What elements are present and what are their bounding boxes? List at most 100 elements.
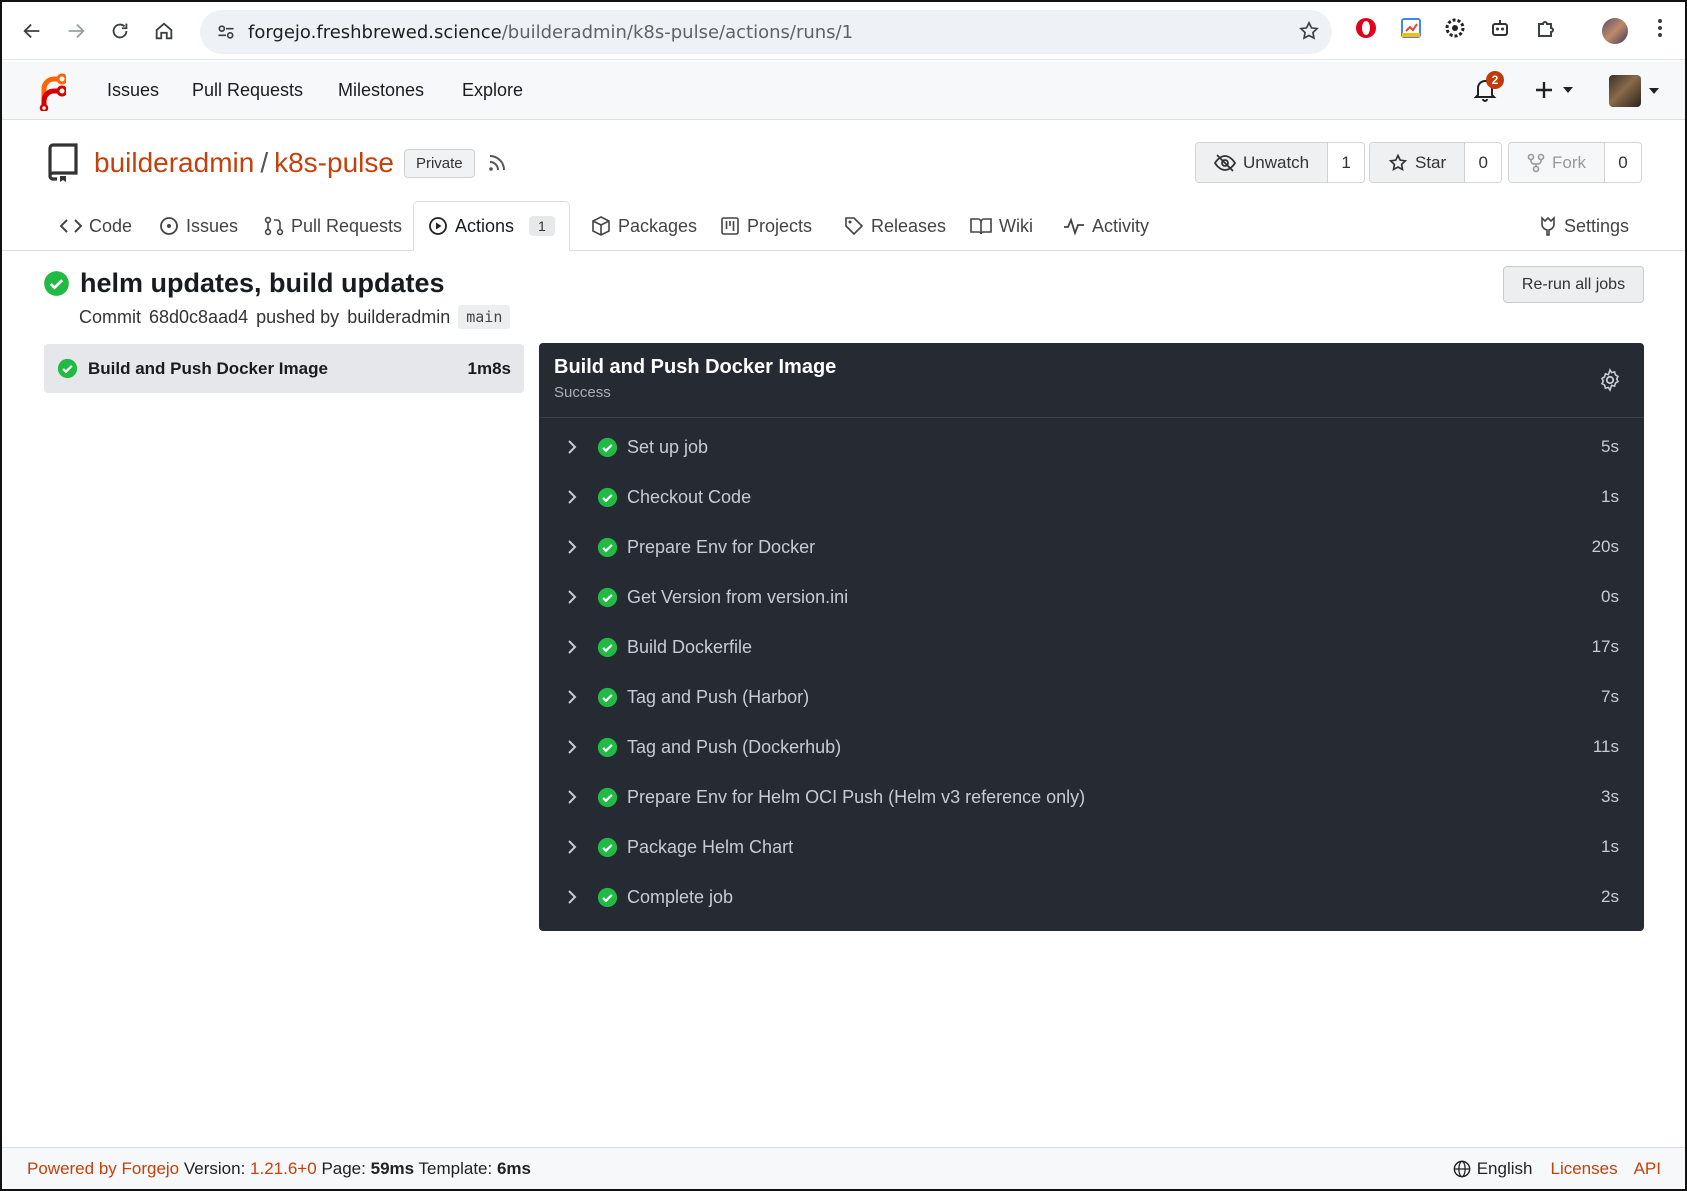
step-name: Get Version from version.ini	[627, 586, 849, 607]
star-button-group[interactable]: Star 0	[1369, 142, 1503, 183]
address-bar[interactable]: forgejo.freshbrewed.science/builderadmin…	[200, 10, 1332, 54]
author-link[interactable]: builderadmin	[347, 307, 450, 328]
gear-icon[interactable]	[1598, 368, 1622, 392]
rss-feed-icon[interactable]	[487, 153, 507, 173]
nav-milestones[interactable]: Milestones	[338, 80, 424, 101]
repo-tabs: Code Issues Pull Requests Actions 1 Pack…	[2, 201, 1685, 251]
tab-issues[interactable]: Issues	[159, 201, 238, 251]
star-button[interactable]: Star	[1370, 143, 1466, 182]
commit-sha-link[interactable]: 68d0c8aad4	[149, 307, 248, 328]
job-name: Build and Push Docker Image	[88, 358, 328, 378]
chevron-right-icon[interactable]	[567, 889, 585, 905]
tab-settings[interactable]: Settings	[1539, 201, 1629, 251]
job-step-row[interactable]: Prepare Env for Docker 20s	[539, 527, 1644, 567]
licenses-link[interactable]: Licenses	[1550, 1159, 1617, 1179]
tab-actions[interactable]: Actions 1	[413, 201, 570, 251]
tab-projects[interactable]: Projects	[720, 201, 812, 251]
site-navbar: Issues Pull Requests Milestones Explore …	[2, 61, 1685, 120]
create-new-menu[interactable]	[1535, 81, 1573, 99]
tab-settings-label: Settings	[1564, 215, 1630, 236]
chevron-right-icon[interactable]	[567, 539, 585, 555]
chevron-right-icon[interactable]	[567, 789, 585, 805]
tab-activity[interactable]: Activity	[1063, 201, 1149, 251]
url-text: forgejo.freshbrewed.science/builderadmin…	[248, 22, 853, 43]
caret-down-icon	[1649, 88, 1659, 94]
chevron-right-icon[interactable]	[567, 839, 585, 855]
tab-releases[interactable]: Releases	[844, 201, 946, 251]
tab-pull-requests[interactable]: Pull Requests	[264, 201, 402, 251]
actions-count-badge: 1	[529, 216, 555, 236]
forward-icon[interactable]	[54, 9, 98, 53]
tab-code-label: Code	[89, 215, 133, 236]
home-icon[interactable]	[142, 9, 186, 53]
back-icon[interactable]	[10, 9, 54, 53]
gear-extension-icon[interactable]	[1443, 16, 1467, 40]
fork-icon	[1527, 153, 1545, 172]
tab-packages[interactable]: Packages	[591, 201, 697, 251]
watch-count[interactable]: 1	[1328, 143, 1365, 182]
step-name: Build Dockerfile	[627, 636, 753, 657]
language-selector[interactable]: English	[1453, 1159, 1532, 1179]
job-step-row[interactable]: Get Version from version.ini 0s	[539, 577, 1644, 617]
job-log-title: Build and Push Docker Image	[554, 356, 837, 378]
robot-extension-icon[interactable]	[1488, 16, 1512, 40]
issue-icon	[160, 217, 178, 235]
job-step-row[interactable]: Package Helm Chart 1s	[539, 827, 1644, 867]
powered-by-link[interactable]: Powered by Forgejo	[27, 1159, 179, 1178]
step-name: Prepare Env for Helm OCI Push (Helm v3 r…	[627, 786, 1086, 807]
version-link[interactable]: 1.21.6+0	[250, 1159, 317, 1178]
user-menu[interactable]	[1609, 75, 1659, 107]
forgejo-logo-icon[interactable]	[36, 71, 66, 111]
profile-avatar[interactable]	[1602, 18, 1628, 44]
job-step-row[interactable]: Checkout Code 1s	[539, 477, 1644, 517]
job-step-row[interactable]: Set up job 5s	[539, 427, 1644, 467]
opera-extension-icon[interactable]	[1354, 16, 1378, 40]
chevron-right-icon[interactable]	[567, 439, 585, 455]
fork-button[interactable]: Fork	[1509, 143, 1605, 182]
job-step-row[interactable]: Tag and Push (Dockerhub) 11s	[539, 727, 1644, 767]
step-duration: 7s	[1601, 687, 1619, 706]
job-step-row[interactable]: Prepare Env for Helm OCI Push (Helm v3 r…	[539, 777, 1644, 817]
chart-extension-icon[interactable]	[1399, 16, 1423, 40]
extensions-puzzle-icon[interactable]	[1534, 16, 1558, 40]
rerun-all-jobs-button[interactable]: Re-run all jobs	[1503, 266, 1644, 303]
job-step-row[interactable]: Complete job 2s	[539, 877, 1644, 917]
tab-code[interactable]: Code	[60, 201, 132, 251]
chevron-right-icon[interactable]	[567, 489, 585, 505]
browser-menu-icon[interactable]	[1650, 16, 1670, 40]
step-duration: 17s	[1591, 637, 1619, 656]
user-avatar	[1609, 75, 1641, 107]
chevron-right-icon[interactable]	[567, 639, 585, 655]
unwatch-button[interactable]: Unwatch	[1196, 143, 1329, 182]
bookmark-star-icon[interactable]	[1298, 20, 1320, 42]
step-duration: 1s	[1601, 487, 1619, 506]
chevron-right-icon[interactable]	[567, 739, 585, 755]
job-list-item[interactable]: Build and Push Docker Image 1m8s	[44, 344, 524, 393]
job-step-row[interactable]: Build Dockerfile 17s	[539, 627, 1644, 667]
nav-issues[interactable]: Issues	[107, 80, 159, 101]
success-check-icon	[597, 587, 618, 608]
success-check-icon	[597, 687, 618, 708]
job-step-row[interactable]: Tag and Push (Harbor) 7s	[539, 677, 1644, 717]
branch-badge[interactable]: main	[458, 305, 511, 329]
tab-issues-label: Issues	[186, 215, 239, 236]
star-label: Star	[1415, 152, 1447, 172]
step-name: Complete job	[627, 886, 734, 907]
repo-owner-link[interactable]: builderadmin	[94, 147, 254, 179]
reload-icon[interactable]	[98, 9, 142, 53]
tab-wiki[interactable]: Wiki	[970, 201, 1033, 251]
nav-explore[interactable]: Explore	[462, 80, 523, 101]
chevron-right-icon[interactable]	[567, 589, 585, 605]
api-link[interactable]: API	[1634, 1159, 1661, 1179]
nav-pull-requests[interactable]: Pull Requests	[192, 80, 303, 101]
fork-count[interactable]: 0	[1605, 143, 1641, 182]
notifications-bell-icon[interactable]: 2	[1473, 71, 1504, 103]
site-info-icon[interactable]	[204, 10, 248, 54]
caret-down-icon	[1563, 87, 1573, 93]
chevron-right-icon[interactable]	[567, 689, 585, 705]
star-count[interactable]: 0	[1465, 143, 1502, 182]
fork-button-group[interactable]: Fork 0	[1508, 142, 1642, 183]
url-host: forgejo.freshbrewed.science	[248, 21, 502, 43]
unwatch-button-group[interactable]: Unwatch 1	[1195, 142, 1366, 183]
repo-name-link[interactable]: k8s-pulse	[274, 147, 394, 179]
